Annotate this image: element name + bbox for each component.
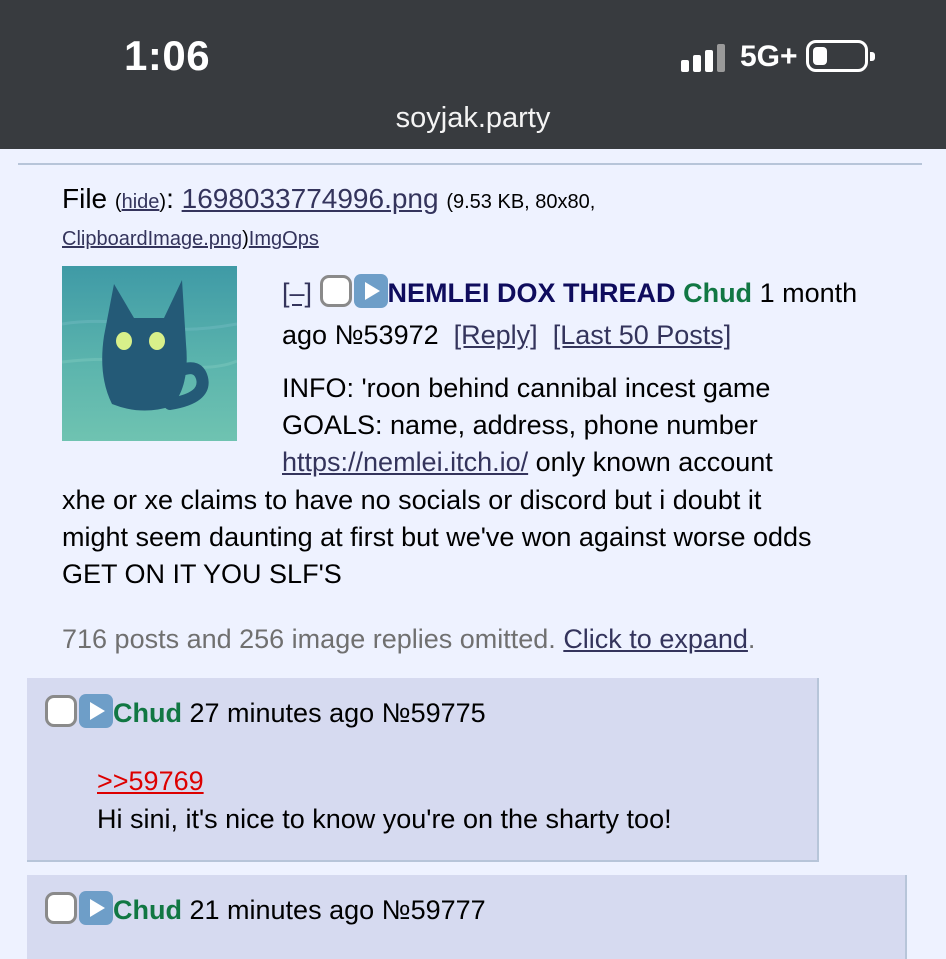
- body-line: might seem daunting at first but we've w…: [62, 522, 812, 552]
- poster-name: Chud: [113, 698, 182, 728]
- signal-icon: [681, 44, 731, 72]
- post-number[interactable]: №59777: [382, 895, 486, 925]
- play-icon[interactable]: [79, 694, 113, 728]
- top-bar: 1:06 5G+ soyjak.party: [0, 0, 946, 149]
- reply-post: Chud 21 minutes ago №59777: [27, 875, 907, 959]
- battery-icon: [806, 40, 875, 72]
- op-body-continued: xhe or xe claims to have no socials or d…: [62, 482, 812, 593]
- last-50-posts-link[interactable]: [Last 50 Posts]: [553, 320, 732, 350]
- file-info-line2: ClipboardImage.png)ImgOps: [62, 228, 319, 250]
- body-line: GOALS: name, address, phone number: [282, 410, 758, 440]
- reply-body: >>59769 Hi sini, it's nice to know you'r…: [97, 762, 672, 838]
- play-icon[interactable]: [79, 891, 113, 925]
- address-bar[interactable]: soyjak.party: [0, 102, 946, 135]
- reply-header: Chud 27 minutes ago №59775: [45, 694, 486, 729]
- body-line: GET ON IT YOU SLF'S: [62, 559, 342, 589]
- body-line: INFO: 'roon behind cannibal incest game: [282, 373, 771, 403]
- file-meta: (9.53 KB, 80x80,: [446, 191, 596, 213]
- file-label: File: [62, 183, 108, 214]
- file-info: File (hide): 1698033774996.png (9.53 KB,…: [62, 183, 596, 214]
- poster-name: Chud: [683, 278, 753, 308]
- hide-link[interactable]: hide: [122, 191, 160, 213]
- reply-header: Chud 21 minutes ago №59777: [45, 891, 486, 926]
- body-line: Hi sini, it's nice to know you're on the…: [97, 804, 672, 834]
- checkbox-icon[interactable]: [319, 275, 352, 307]
- post-time: 21 minutes ago: [189, 895, 375, 925]
- status-time: 1:06: [124, 32, 211, 79]
- op-thumbnail[interactable]: [62, 266, 237, 441]
- omitted-notice: 716 posts and 256 image replies omitted.…: [62, 624, 756, 654]
- post-time: 27 minutes ago: [189, 698, 375, 728]
- external-link[interactable]: https://nemlei.itch.io/: [282, 447, 528, 477]
- file-link[interactable]: 1698033774996.png: [182, 183, 439, 214]
- expand-link[interactable]: Click to expand: [563, 624, 748, 654]
- thread-subject: NEMLEI DOX THREAD: [387, 278, 676, 308]
- body-line: https://nemlei.itch.io/ only known accou…: [282, 447, 773, 477]
- original-filename-link[interactable]: ClipboardImage.png: [62, 228, 242, 250]
- play-icon[interactable]: [353, 274, 388, 308]
- checkbox-icon[interactable]: [45, 695, 77, 727]
- reply-post: Chud 27 minutes ago №59775 >>59769 Hi si…: [27, 678, 819, 862]
- quote-link[interactable]: >>59769: [97, 766, 204, 796]
- poster-name: Chud: [113, 895, 182, 925]
- post-number[interactable]: №53972: [335, 320, 439, 350]
- op-header: [–] NEMLEI DOX THREAD Chud 1 month ago №…: [282, 272, 882, 356]
- collapse-button[interactable]: [–]: [282, 278, 312, 308]
- cat-thumbnail: [62, 266, 237, 441]
- op-body: INFO: 'roon behind cannibal incest game …: [282, 370, 773, 481]
- reply-link[interactable]: [Reply]: [454, 320, 538, 350]
- post-number[interactable]: №59775: [382, 698, 486, 728]
- checkbox-icon[interactable]: [45, 892, 77, 924]
- divider: [18, 163, 922, 165]
- imgops-link[interactable]: ImgOps: [249, 228, 319, 250]
- body-line: xhe or xe claims to have no socials or d…: [62, 485, 762, 515]
- network-type: 5G+: [740, 40, 798, 73]
